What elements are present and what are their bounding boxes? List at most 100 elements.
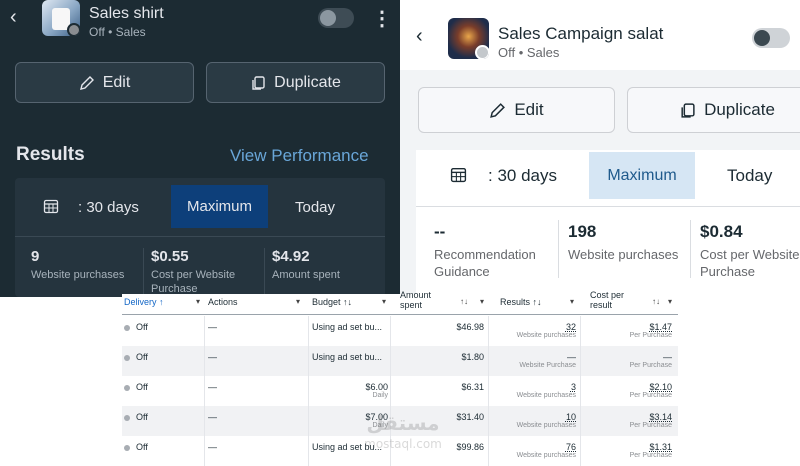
- results-card: : 30 days Maximum Today 9 Website purcha…: [15, 178, 385, 297]
- tab-today[interactable]: Today: [727, 166, 772, 186]
- back-chevron-icon[interactable]: ‹: [416, 25, 423, 48]
- campaign-status: Off • Sales: [89, 25, 146, 39]
- column-header-amount-spent[interactable]: Amount spent ↑↓ ▾: [400, 290, 490, 314]
- more-options-icon[interactable]: ⋮: [372, 6, 392, 31]
- status-dot-icon: [124, 385, 130, 391]
- cell-amount-spent: $31.40: [456, 412, 484, 422]
- edit-label: Edit: [102, 73, 131, 91]
- campaign-title: Sales Campaign salat: [498, 24, 664, 43]
- cell-actions: —: [208, 412, 217, 422]
- cell-amount-spent: $46.98: [456, 322, 484, 332]
- cell-cost-per-result[interactable]: $3.14: [649, 412, 672, 422]
- light-campaign-panel: ‹ Sales Campaign salat Off • Sales Edit …: [400, 0, 800, 297]
- campaign-toggle[interactable]: [752, 28, 790, 48]
- duplicate-icon: [681, 102, 695, 118]
- metric-label: Cost per Website Purchase: [151, 269, 236, 295]
- cell-results[interactable]: 32: [566, 322, 576, 332]
- metric-cost-per-purchase: $0.55 Cost per Website Purchase: [151, 248, 261, 296]
- metric-label: Website purchases: [568, 247, 679, 262]
- cell-results[interactable]: 3: [571, 382, 576, 392]
- metric-value: --: [434, 222, 446, 241]
- tab-maximum[interactable]: Maximum: [589, 152, 695, 199]
- calendar-icon[interactable]: [450, 166, 467, 183]
- status-dot-icon: [124, 355, 130, 361]
- cell-results: —: [567, 352, 576, 362]
- edit-button[interactable]: Edit: [418, 87, 615, 133]
- table-row[interactable]: Off — Using ad set bu... $1.80 — Website…: [122, 346, 678, 376]
- metric-amount-spent: $4.92 Amount spent: [272, 248, 382, 282]
- table-row[interactable]: Off — Using ad set bu... $46.98 32 Websi…: [122, 316, 678, 346]
- cell-delivery: Off: [136, 382, 148, 392]
- cell-actions: —: [208, 382, 217, 392]
- cell-delivery: Off: [136, 352, 148, 362]
- duplicate-button[interactable]: Duplicate: [206, 62, 385, 103]
- metric-label: Amount spent: [272, 269, 340, 281]
- svg-text:مستقل: مستقل: [366, 411, 439, 435]
- status-dot-icon: [124, 325, 130, 331]
- dropdown-icon[interactable]: ▾: [382, 297, 386, 306]
- duplicate-icon: [252, 75, 265, 90]
- campaign-status: Off • Sales: [498, 45, 560, 60]
- campaign-toggle[interactable]: [318, 8, 354, 28]
- cell-delivery: Off: [136, 442, 148, 452]
- campaign-thumbnail: [448, 18, 489, 59]
- date-range-label[interactable]: : 30 days: [488, 166, 557, 186]
- metric-value: $4.92: [272, 248, 310, 265]
- dark-campaign-panel: ‹ Sales shirt Off • Sales ⋮ Edit Duplica…: [0, 0, 400, 297]
- tab-maximum[interactable]: Maximum: [171, 185, 268, 228]
- column-header-cost-per-result[interactable]: Cost per result ↑↓ ▾: [590, 290, 678, 314]
- cell-budget: $6.00: [365, 382, 388, 392]
- view-performance-link[interactable]: View Performance: [230, 146, 369, 166]
- metric-website-purchases: 198 Website purchases: [568, 222, 693, 263]
- metric-cost-per-purchase: $0.84 Cost per Website Purchase: [700, 222, 800, 280]
- status-dot-icon: [124, 415, 130, 421]
- metric-label: Recommendation Guidance: [434, 247, 536, 279]
- metric-value: 9: [31, 248, 40, 265]
- cell-amount-spent: $6.31: [461, 382, 484, 392]
- column-header-actions[interactable]: Actions ▾: [208, 294, 308, 314]
- metric-label: Website purchases: [31, 269, 125, 281]
- metric-website-purchases: 9 Website purchases: [31, 248, 141, 282]
- status-dot-icon: [475, 45, 489, 59]
- cell-budget: Using ad set bu...: [312, 352, 383, 362]
- dropdown-icon[interactable]: ▾: [570, 297, 574, 306]
- column-header-budget[interactable]: Budget ↑↓ ▾: [312, 294, 392, 314]
- results-heading: Results: [16, 144, 85, 165]
- cell-cost-per-result[interactable]: $2.10: [649, 382, 672, 392]
- metric-label: Cost per Website Purchase: [700, 247, 800, 279]
- results-card: : 30 days Maximum Today -- Recommendatio…: [416, 150, 800, 297]
- table-row[interactable]: Off — $6.00 Daily $6.31 3 Website purcha…: [122, 376, 678, 406]
- edit-label: Edit: [514, 100, 544, 119]
- cell-results[interactable]: 76: [566, 442, 576, 452]
- cell-delivery: Off: [136, 322, 148, 332]
- column-header-delivery[interactable]: Delivery ↑ ▾: [124, 294, 206, 314]
- metric-value: 198: [568, 222, 597, 241]
- cell-amount-spent: $99.86: [456, 442, 484, 452]
- dropdown-icon[interactable]: ▾: [668, 297, 672, 306]
- back-chevron-icon[interactable]: ‹: [10, 6, 17, 29]
- status-dot-icon: [67, 23, 80, 36]
- metric-value: $0.84: [700, 222, 743, 241]
- dropdown-icon[interactable]: ▾: [196, 297, 200, 306]
- campaign-thumbnail: [42, 0, 80, 36]
- calendar-icon[interactable]: [43, 198, 59, 214]
- edit-button[interactable]: Edit: [15, 62, 194, 103]
- duplicate-button[interactable]: Duplicate: [627, 87, 800, 133]
- pencil-icon: [79, 75, 94, 90]
- cell-cost-per-result: —: [663, 352, 672, 362]
- cell-actions: —: [208, 352, 217, 362]
- light-header: ‹ Sales Campaign salat Off • Sales: [400, 0, 800, 70]
- metric-recommendation: -- Recommendation Guidance: [434, 222, 559, 280]
- cell-results[interactable]: 10: [566, 412, 576, 422]
- cell-budget: Using ad set bu...: [312, 322, 383, 332]
- date-range-label[interactable]: : 30 days: [78, 199, 139, 216]
- cell-cost-per-result[interactable]: $1.47: [649, 322, 672, 332]
- tab-today[interactable]: Today: [295, 199, 335, 216]
- pencil-icon: [490, 102, 506, 118]
- column-header-results[interactable]: Results ↑↓ ▾: [500, 294, 580, 314]
- cell-actions: —: [208, 322, 217, 332]
- dropdown-icon[interactable]: ▾: [296, 297, 300, 306]
- dropdown-icon[interactable]: ▾: [480, 297, 484, 306]
- watermark-logo: مستقل mostaql.com: [364, 411, 442, 451]
- cell-cost-per-result[interactable]: $1.31: [649, 442, 672, 452]
